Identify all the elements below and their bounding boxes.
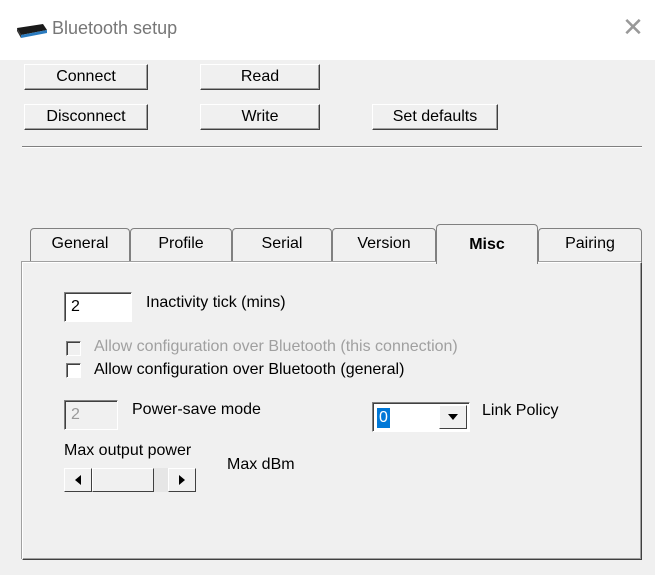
set-defaults-button[interactable]: Set defaults <box>372 104 498 130</box>
max-output-power-label: Max output power <box>64 442 192 459</box>
allow-config-connection-checkbox <box>66 341 81 356</box>
power-save-input: 2 <box>64 400 118 430</box>
connect-button[interactable]: Connect <box>24 64 148 90</box>
link-policy-label: Link Policy <box>482 402 559 419</box>
read-button[interactable]: Read <box>200 64 320 90</box>
inactivity-tick-label: Inactivity tick (mins) <box>146 294 286 311</box>
window-title: Bluetooth setup <box>52 18 178 38</box>
link-policy-value: 0 <box>377 408 390 428</box>
inactivity-tick-input[interactable]: 2 <box>64 292 132 322</box>
toolbar-separator <box>22 146 642 148</box>
title-bar: Bluetooth setup ✕ <box>0 0 655 60</box>
max-output-power-scrollbar[interactable] <box>64 468 196 492</box>
scrollbar-thumb[interactable] <box>92 468 154 492</box>
tab-pairing[interactable]: Pairing <box>538 228 642 262</box>
allow-config-general-label: Allow configuration over Bluetooth (gene… <box>94 361 405 378</box>
write-button[interactable]: Write <box>200 104 320 130</box>
disconnect-button[interactable]: Disconnect <box>24 104 148 130</box>
tab-profile[interactable]: Profile <box>130 228 232 262</box>
link-policy-select[interactable]: 0 <box>372 402 470 432</box>
tab-general[interactable]: General <box>30 228 130 262</box>
allow-config-general-checkbox[interactable] <box>66 363 81 378</box>
chevron-down-icon[interactable] <box>439 405 467 429</box>
close-icon[interactable]: ✕ <box>618 12 648 42</box>
bluetooth-device-icon <box>17 24 47 38</box>
arrow-left-icon[interactable] <box>64 468 92 492</box>
max-dbm-label: Max dBm <box>227 456 295 473</box>
tab-serial[interactable]: Serial <box>232 228 332 262</box>
power-save-label: Power-save mode <box>132 401 261 418</box>
arrow-right-icon[interactable] <box>168 468 196 492</box>
tab-misc[interactable]: Misc <box>436 224 538 264</box>
tab-version[interactable]: Version <box>332 228 436 262</box>
allow-config-connection-label: Allow configuration over Bluetooth (this… <box>94 338 458 355</box>
